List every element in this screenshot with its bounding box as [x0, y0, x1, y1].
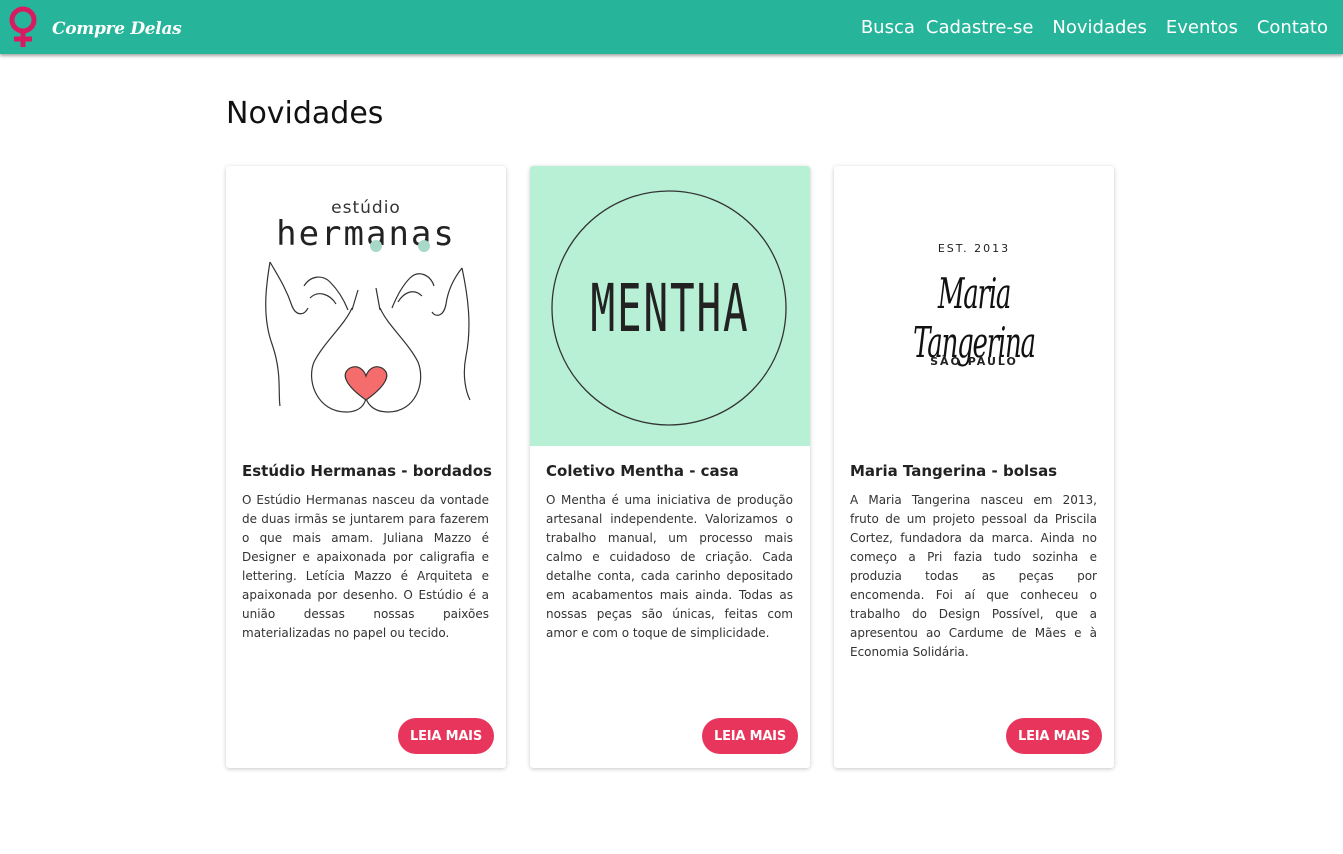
card-coletivo-mentha: MENTHA Coletivo Mentha - casa O Mentha é… — [530, 166, 810, 768]
logo-text-bottom: SÃO PAULO — [930, 355, 1018, 368]
logo-text-top: EST. 2013 — [937, 242, 1011, 255]
card-title: Maria Tangerina - bolsas — [850, 462, 1058, 480]
nav-cadastre-se[interactable]: Cadastre-se — [926, 17, 1034, 38]
brand-link[interactable]: Compre Delas — [4, 6, 182, 52]
female-symbol-icon — [4, 6, 42, 52]
card-estudio-hermanas: estúdio hermanas Estúdio Hermanas - bord… — [226, 166, 506, 768]
top-navbar: Compre Delas Busca Cadastre-se Novidades… — [0, 0, 1343, 54]
page-title: Novidades — [226, 96, 384, 131]
logo-text-main: Maria Tangerina — [913, 269, 1036, 367]
read-more-button[interactable]: LEIA MAIS — [398, 718, 494, 754]
nav-novidades[interactable]: Novidades — [1052, 17, 1146, 38]
card-maria-tangerina: EST. 2013 Maria Tangerina SÃO PAULO Mari… — [834, 166, 1114, 768]
maria-tangerina-logo: EST. 2013 Maria Tangerina SÃO PAULO — [834, 166, 1114, 446]
nav-contato[interactable]: Contato — [1257, 17, 1328, 38]
card-description: O Estúdio Hermanas nasceu da vontade de … — [242, 493, 489, 640]
read-more-button[interactable]: LEIA MAIS — [702, 718, 798, 754]
read-more-button[interactable]: LEIA MAIS — [1006, 718, 1102, 754]
nav-busca[interactable]: Busca — [861, 17, 915, 38]
estudio-hermanas-logo: estúdio hermanas — [226, 166, 506, 446]
nav-eventos[interactable]: Eventos — [1166, 17, 1238, 38]
brand-name: Compre Delas — [52, 19, 182, 39]
pinky-promise-illustration — [265, 240, 471, 413]
card-title: Coletivo Mentha - casa — [546, 462, 739, 480]
card-description: A Maria Tangerina nasceu em 2013, fruto … — [850, 493, 1097, 659]
card-title: Estúdio Hermanas - bordados — [242, 462, 492, 480]
mentha-logo: MENTHA — [530, 166, 810, 446]
logo-text-main: MENTHA — [590, 270, 750, 347]
card-description: O Mentha é uma iniciativa de produção ar… — [546, 493, 793, 640]
main-nav: Busca Cadastre-se Novidades Eventos Cont… — [861, 0, 1328, 54]
